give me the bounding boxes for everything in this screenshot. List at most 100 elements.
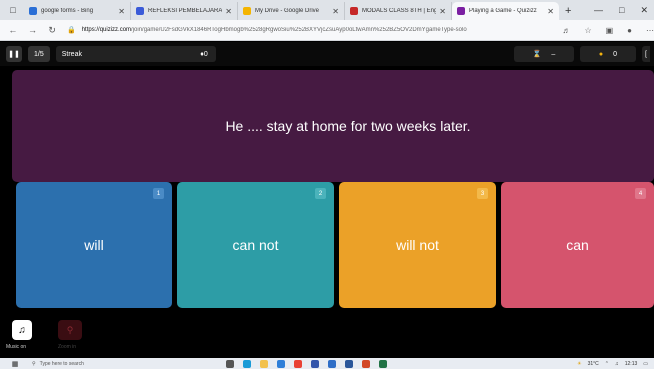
- option-label: will: [84, 237, 104, 253]
- option-label: can not: [232, 237, 279, 253]
- header-right: ⌛ – ● 0 [: [514, 46, 650, 62]
- browser-tab[interactable]: google forms - Bing ✕: [24, 2, 131, 20]
- taskbar-apps: [226, 359, 387, 368]
- url-path: /join/game/U2FsdGVkX1846RTogHbmogb%2528g…: [131, 27, 467, 33]
- taskbar-search[interactable]: ⚲ Type here to search: [32, 361, 180, 367]
- calendar-icon[interactable]: [328, 359, 336, 368]
- favorites-icon[interactable]: ☆: [584, 26, 591, 35]
- word-icon[interactable]: [345, 359, 353, 368]
- music-label: Music on: [6, 344, 27, 350]
- streak-value: ♦0: [200, 50, 208, 58]
- music-button[interactable]: ♫: [12, 320, 32, 340]
- music-note-icon: ♫: [18, 324, 26, 336]
- option-number: 2: [315, 188, 326, 199]
- quiz-header: ❚❚ 1/5 Streak ♦0 ⌛ – ● 0 [: [0, 42, 654, 66]
- powerups-value: –: [551, 50, 556, 58]
- windows-start-icon[interactable]: ▦: [10, 360, 20, 368]
- pause-button[interactable]: ❚❚: [6, 46, 22, 62]
- browser-tab-bar: □ google forms - Bing ✕ REFLEKSI PEMBELA…: [0, 0, 654, 20]
- option-label: will not: [396, 237, 439, 253]
- option-1[interactable]: 1 will: [16, 182, 172, 308]
- streak-bar: Streak ♦0: [55, 46, 216, 62]
- collections-icon[interactable]: ▣: [606, 26, 614, 35]
- question-text: He .... stay at home for two weeks later…: [225, 118, 471, 134]
- close-icon[interactable]: ✕: [547, 7, 554, 16]
- tab-label: MODALS CLASS 8TH | English: [362, 8, 437, 14]
- score-value: 0: [613, 50, 618, 58]
- score-display: ● 0: [580, 46, 636, 62]
- drive-favicon-icon: [243, 7, 251, 15]
- bottom-toolbar: ♫ Music on ⚲ Zoom in: [0, 310, 654, 358]
- back-icon[interactable]: ←: [6, 25, 20, 35]
- option-4[interactable]: 4 can: [501, 182, 654, 308]
- search-icon: ⚲: [32, 360, 36, 367]
- window-controls: — □ ✕: [594, 5, 654, 20]
- new-tab-icon[interactable]: +: [565, 5, 571, 17]
- more-icon[interactable]: ⋯: [646, 26, 654, 35]
- question-counter: 1/5: [28, 46, 50, 62]
- weather-icon: ☀: [577, 360, 582, 367]
- zoom-icon: ⚲: [66, 324, 74, 335]
- zoom-label: Zoom in: [58, 344, 77, 350]
- powerups-button[interactable]: ⌛ –: [514, 46, 574, 62]
- close-icon[interactable]: ✕: [332, 7, 339, 16]
- store-icon[interactable]: [277, 359, 285, 368]
- windows-taskbar: ▦ ⚲ Type here to search ☀ 31°C ⌃ ♫ 12:13…: [0, 358, 654, 369]
- expand-icon[interactable]: [: [642, 46, 650, 62]
- url-input[interactable]: 🔒 https://quizizz.com /join/game/U2FsdGV…: [67, 23, 554, 38]
- tab-label: REFLEKSI PEMBELAJARAN M: [148, 8, 223, 14]
- tab-label: Playing a Game - Quizizz: [469, 8, 537, 14]
- pause-icon: ❚❚: [8, 51, 20, 58]
- browser-tab-active[interactable]: Playing a Game - Quizizz ✕: [452, 2, 559, 20]
- notifications-icon[interactable]: ▭: [643, 361, 648, 367]
- powerup-icon: ⌛: [532, 51, 542, 58]
- edge-icon[interactable]: [243, 359, 251, 368]
- close-icon[interactable]: ✕: [118, 7, 125, 16]
- volume-icon[interactable]: ♫: [615, 361, 619, 367]
- option-number: 1: [153, 188, 164, 199]
- clock: 12:13: [624, 360, 638, 367]
- screen: □ google forms - Bing ✕ REFLEKSI PEMBELA…: [0, 0, 654, 369]
- close-window-icon[interactable]: ✕: [640, 5, 648, 16]
- network-icon[interactable]: ⌃: [605, 361, 609, 367]
- address-bar-actions: ♬ ☆ ▣ ● ⋯: [562, 26, 654, 35]
- browser-tab[interactable]: My Drive - Google Drive ✕: [238, 2, 345, 20]
- forms-favicon-icon: [136, 7, 144, 15]
- tab-label: My Drive - Google Drive: [255, 8, 320, 14]
- lock-icon: 🔒: [66, 27, 76, 34]
- zoom-button[interactable]: ⚲: [58, 320, 82, 340]
- browser-tab[interactable]: REFLEKSI PEMBELAJARAN M ✕: [131, 2, 238, 20]
- read-aloud-icon[interactable]: ♬: [562, 26, 570, 35]
- powerpoint-icon[interactable]: [362, 359, 370, 368]
- reload-icon[interactable]: ↻: [45, 25, 59, 36]
- browser-tab[interactable]: MODALS CLASS 8TH | English ✕: [345, 2, 452, 20]
- apps-icon[interactable]: [311, 359, 319, 368]
- quizizz-favicon-icon: [457, 7, 465, 15]
- option-3[interactable]: 3 will not: [339, 182, 496, 308]
- question-panel: He .... stay at home for two weeks later…: [12, 70, 654, 182]
- chrome-icon[interactable]: [294, 359, 302, 368]
- tab-label: google forms - Bing: [41, 8, 94, 14]
- streak-label: Streak: [61, 50, 82, 58]
- system-tray: ☀ 31°C ⌃ ♫ 12:13 ▭: [577, 361, 654, 367]
- profile-icon[interactable]: ●: [627, 26, 632, 35]
- option-number: 4: [635, 188, 646, 199]
- file-explorer-icon[interactable]: [260, 359, 268, 368]
- bing-favicon-icon: [29, 7, 37, 15]
- minimize-icon[interactable]: —: [594, 5, 603, 16]
- maximize-icon[interactable]: □: [619, 5, 624, 16]
- option-2[interactable]: 2 can not: [177, 182, 334, 308]
- url-host: https://quizizz.com: [81, 27, 132, 33]
- forward-icon[interactable]: →: [26, 25, 40, 35]
- answer-options: 1 will 2 can not 3 will not 4 can: [16, 182, 654, 308]
- coin-icon: ●: [598, 50, 604, 58]
- option-number: 3: [477, 188, 488, 199]
- excel-icon[interactable]: [379, 359, 387, 368]
- document-favicon-icon: [350, 7, 358, 15]
- address-bar: ← → ↻ 🔒 https://quizizz.com /join/game/U…: [0, 20, 654, 41]
- task-view-icon[interactable]: [226, 359, 234, 368]
- option-label: can: [566, 237, 589, 253]
- close-icon[interactable]: ✕: [225, 7, 232, 16]
- close-icon[interactable]: ✕: [439, 7, 446, 16]
- tab-actions-icon[interactable]: □: [5, 2, 21, 18]
